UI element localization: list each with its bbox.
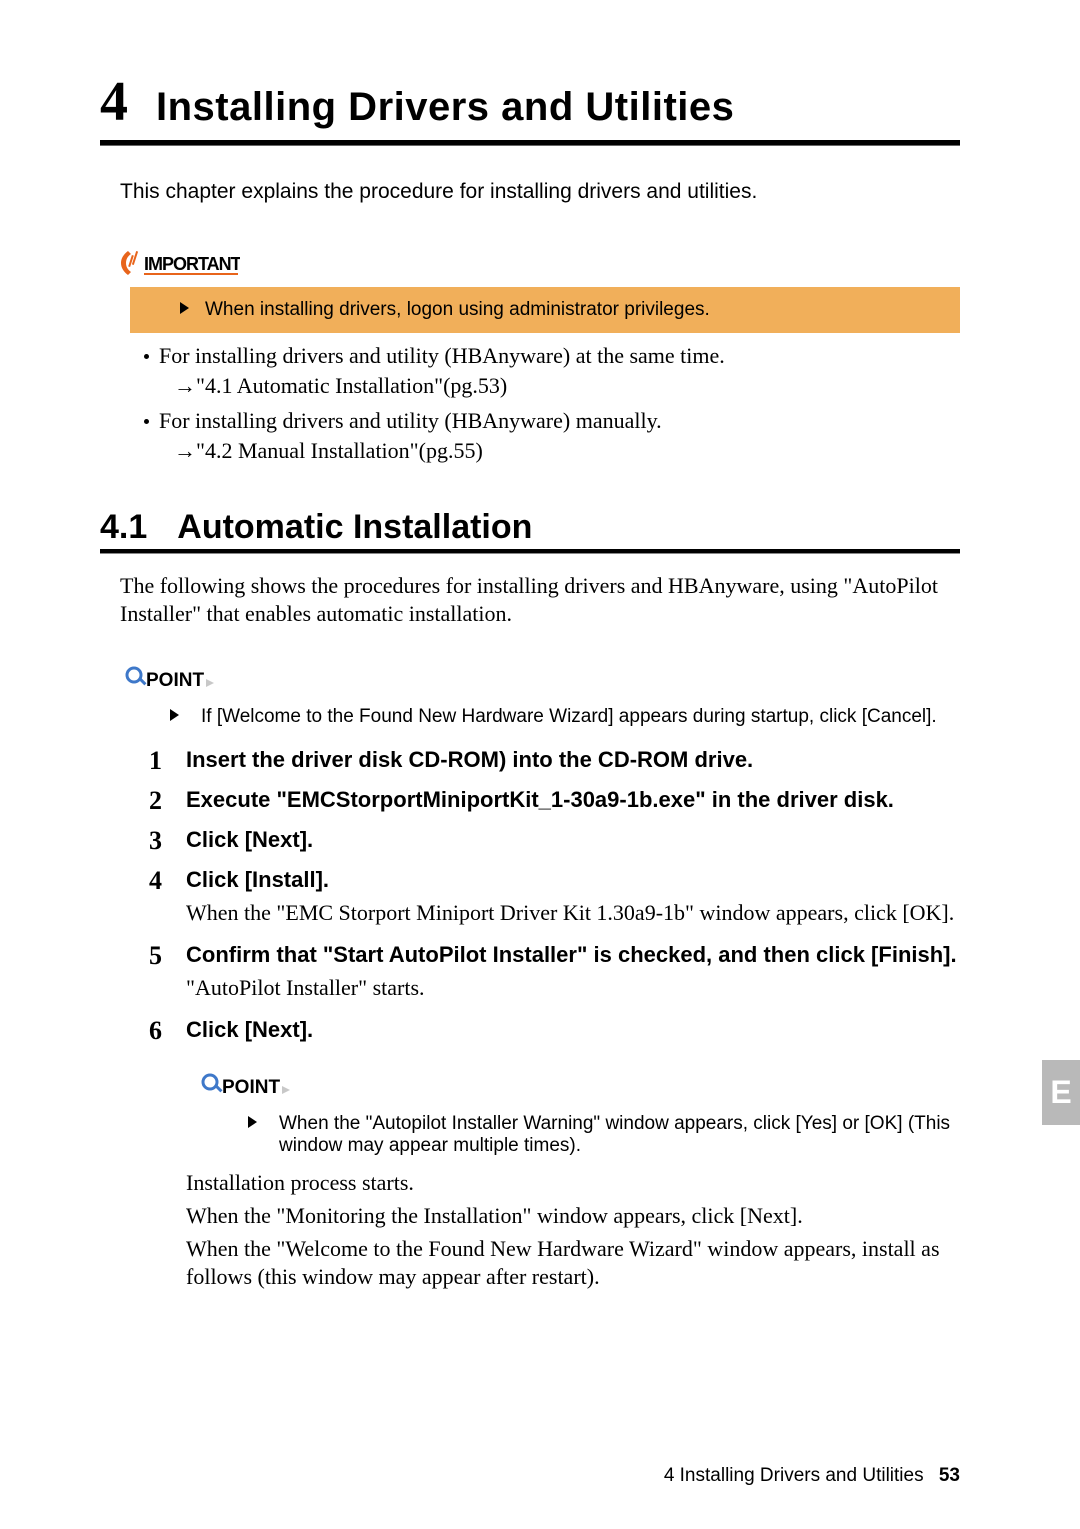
after-step-6-line-2: When the "Monitoring the Installation" w… bbox=[186, 1202, 960, 1231]
point-1-body: If [Welcome to the Found New Hardware Wi… bbox=[130, 706, 960, 728]
step-4-sub: When the "EMC Storport Miniport Driver K… bbox=[186, 899, 960, 928]
note-2-line-1: For installing drivers and utility (HBAn… bbox=[159, 408, 662, 433]
triangle-bullet-icon bbox=[180, 302, 189, 314]
step-number: 1 bbox=[138, 746, 162, 776]
chapter-description: This chapter explains the procedure for … bbox=[120, 180, 960, 204]
chapter-title: Installing Drivers and Utilities bbox=[156, 85, 734, 130]
triangle-bullet-icon bbox=[248, 1116, 257, 1128]
important-text: When installing drivers, logon using adm… bbox=[205, 299, 710, 320]
step-text: Confirm that "Start AutoPilot Installer"… bbox=[186, 941, 960, 1002]
bullet-icon bbox=[144, 354, 149, 359]
install-notes: For installing drivers and utility (HBAn… bbox=[130, 341, 960, 466]
step-text: Click [Install]. When the "EMC Storport … bbox=[186, 866, 960, 927]
important-callout: When installing drivers, logon using adm… bbox=[130, 287, 960, 333]
step-text: Click [Next]. bbox=[186, 1016, 960, 1045]
chapter-rule bbox=[100, 140, 960, 146]
section-heading: 4.1 Automatic Installation bbox=[100, 508, 960, 547]
section-description: The following shows the procedures for i… bbox=[120, 572, 960, 629]
point-label-text: POINT bbox=[222, 1077, 280, 1098]
page-footer: 4 Installing Drivers and Utilities 53 bbox=[664, 1465, 960, 1487]
step-number: 2 bbox=[138, 786, 162, 816]
note-1-ref: →"4.1 Automatic Installation"(pg.53) bbox=[174, 371, 960, 401]
step-number: 4 bbox=[138, 866, 162, 896]
important-label: IMPORTANT bbox=[120, 250, 240, 276]
step-5-sub: "AutoPilot Installer" starts. bbox=[186, 974, 960, 1003]
step-row: 1 Insert the driver disk CD-ROM) into th… bbox=[138, 746, 960, 776]
point-label: POINT bbox=[124, 665, 214, 691]
point-label: POINT bbox=[200, 1072, 290, 1098]
step-number: 6 bbox=[138, 1016, 162, 1046]
point-1-text: If [Welcome to the Found New Hardware Wi… bbox=[201, 706, 937, 727]
section-number: 4.1 bbox=[100, 508, 147, 547]
step-row: 6 Click [Next]. bbox=[138, 1016, 960, 1046]
bullet-icon bbox=[144, 419, 149, 424]
side-tab: E bbox=[1042, 1060, 1080, 1125]
step-row: 5 Confirm that "Start AutoPilot Installe… bbox=[138, 941, 960, 1002]
important-label-text: IMPORTANT bbox=[144, 254, 240, 274]
step-row: 2 Execute "EMCStorportMiniportKit_1-30a9… bbox=[138, 786, 960, 816]
section-rule bbox=[100, 549, 960, 554]
point-label-text: POINT bbox=[146, 670, 204, 691]
after-step-6-line-1: Installation process starts. bbox=[186, 1169, 960, 1198]
steps-list: 1 Insert the driver disk CD-ROM) into th… bbox=[138, 746, 960, 1046]
section-title: Automatic Installation bbox=[177, 508, 532, 547]
step-5-title: Confirm that "Start AutoPilot Installer"… bbox=[186, 942, 957, 967]
step-text: Click [Next]. bbox=[186, 826, 960, 855]
step-text: Execute "EMCStorportMiniportKit_1-30a9-1… bbox=[186, 786, 960, 815]
step-text: Insert the driver disk CD-ROM) into the … bbox=[186, 746, 960, 775]
page: 4 Installing Drivers and Utilities This … bbox=[0, 0, 1080, 1529]
footer-label: 4 Installing Drivers and Utilities bbox=[664, 1465, 924, 1486]
step-number: 3 bbox=[138, 826, 162, 856]
note-1-line-1: For installing drivers and utility (HBAn… bbox=[159, 343, 725, 368]
note-2-ref: →"4.2 Manual Installation"(pg.55) bbox=[174, 436, 960, 466]
chapter-heading: 4 Installing Drivers and Utilities bbox=[100, 70, 960, 134]
point-2-text: When the "Autopilot Installer Warning" w… bbox=[279, 1113, 959, 1157]
step-number: 5 bbox=[138, 941, 162, 971]
point-2-body: When the "Autopilot Installer Warning" w… bbox=[208, 1113, 960, 1157]
footer-page-number: 53 bbox=[939, 1465, 960, 1486]
triangle-bullet-icon bbox=[170, 709, 179, 721]
step-row: 4 Click [Install]. When the "EMC Storpor… bbox=[138, 866, 960, 927]
step-4-title: Click [Install]. bbox=[186, 867, 329, 892]
step-row: 3 Click [Next]. bbox=[138, 826, 960, 856]
chapter-number: 4 bbox=[100, 70, 128, 134]
after-step-6-line-3: When the "Welcome to the Found New Hardw… bbox=[186, 1235, 960, 1292]
